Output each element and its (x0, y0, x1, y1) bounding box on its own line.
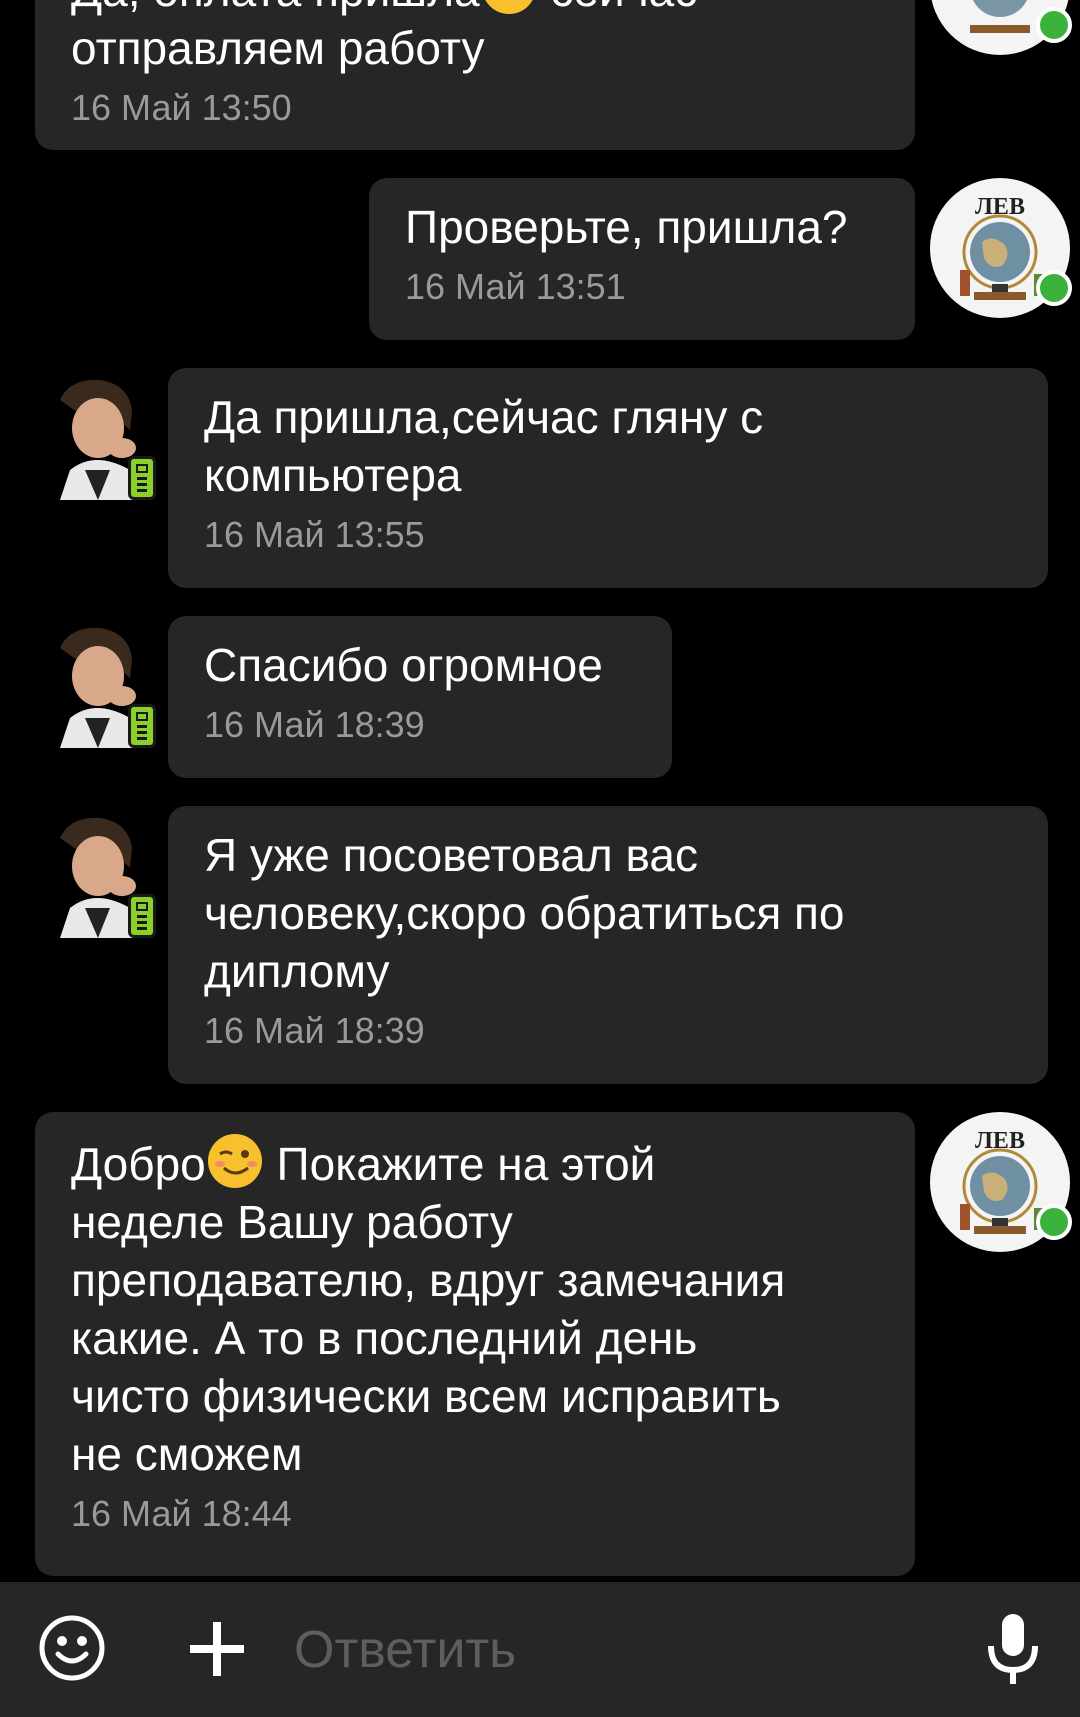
message-timestamp: 16 Май 13:50 (71, 87, 292, 128)
attach-button[interactable] (188, 1620, 246, 1678)
message-text: Да пришла,сейчас гляну с компьютера (204, 391, 764, 501)
microphone-icon (988, 1614, 1038, 1684)
message-bubble[interactable]: Проверьте, пришла? 16 Май 13:51 (369, 178, 915, 340)
message-timestamp: 16 Май 18:39 (204, 704, 425, 745)
message-bubble[interactable]: Я уже посоветовал вас человеку,скоро обр… (168, 806, 1048, 1084)
compose-bar (0, 1582, 1080, 1717)
online-indicator (1036, 7, 1072, 43)
message-timestamp: 16 Май 18:39 (204, 1010, 425, 1051)
mobile-badge-icon (128, 894, 156, 938)
school-avatar[interactable]: ЛЕВ (930, 1112, 1072, 1252)
message-text: Да, оплата пришла сейчас отправляем рабо… (71, 0, 879, 77)
message-text: Добро Покажите на этой неделе Вашу работ… (71, 1132, 879, 1483)
message-timestamp: 16 Май 13:51 (405, 266, 626, 307)
emoji-button[interactable] (38, 1614, 106, 1682)
chat-message-list[interactable]: Да, оплата пришла сейчас отправляем рабо… (0, 0, 1080, 1582)
message-bubble[interactable]: Спасибо огромное 16 Май 18:39 (168, 616, 672, 778)
message-bubble[interactable]: Да, оплата пришла сейчас отправляем рабо… (35, 0, 915, 150)
message-timestamp: 16 Май 18:44 (71, 1493, 292, 1534)
message-text: Я уже посоветовал вас человеку,скоро обр… (204, 829, 845, 997)
mobile-badge-icon (128, 704, 156, 748)
message-bubble[interactable]: Да пришла,сейчас гляну с компьютера 16 М… (168, 368, 1048, 588)
message-text: Проверьте, пришла? (405, 201, 848, 253)
microphone-button[interactable] (985, 1612, 1041, 1688)
message-timestamp: 16 Май 13:55 (204, 514, 425, 555)
online-indicator (1036, 270, 1072, 306)
school-avatar[interactable] (930, 0, 1072, 55)
mobile-badge-icon (128, 456, 156, 500)
user-avatar[interactable] (40, 370, 156, 500)
smiley-icon (39, 1615, 105, 1681)
plus-icon (190, 1622, 244, 1676)
message-bubble[interactable]: Добро Покажите на этой неделе Вашу работ… (35, 1112, 915, 1576)
user-avatar[interactable] (40, 808, 156, 938)
reply-input[interactable] (294, 1620, 934, 1680)
online-indicator (1036, 1204, 1072, 1240)
user-avatar[interactable] (40, 618, 156, 748)
message-text: Спасибо огромное (204, 639, 603, 691)
smile-emoji-icon (484, 0, 533, 14)
wink-emoji-icon (207, 1134, 262, 1188)
school-avatar[interactable]: ЛЕВ (930, 178, 1072, 318)
